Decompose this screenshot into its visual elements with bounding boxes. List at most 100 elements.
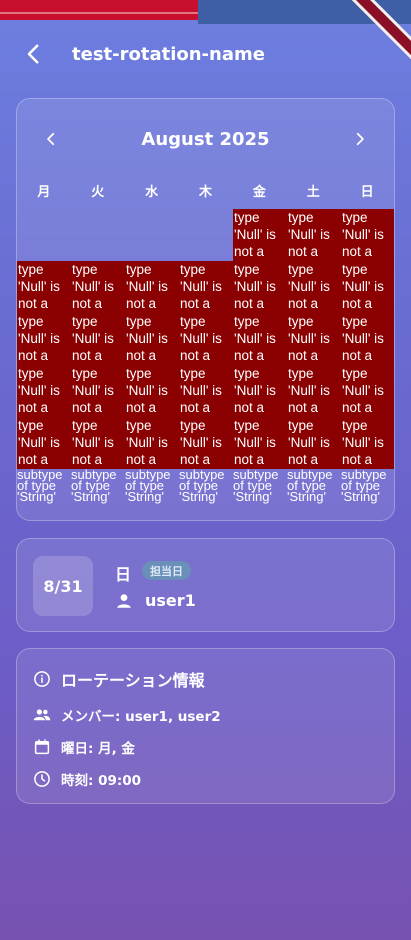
error-text-line: 'Null' is [72, 435, 114, 450]
calendar-empty-cell [125, 209, 179, 261]
overflow-text-line: 'String' [179, 489, 218, 504]
error-text-line: not a [342, 400, 373, 415]
error-text-line: type [180, 366, 206, 381]
back-button[interactable] [14, 34, 54, 74]
overflow-text-line: 'String' [125, 489, 164, 504]
info-title: ローテーション情報 [33, 667, 205, 691]
error-text-line: type [18, 262, 44, 277]
error-text-line: 'Null' is [234, 383, 276, 398]
overflow-text-line: 'String' [233, 489, 272, 504]
error-text-line: type [288, 418, 314, 433]
error-text-line: not a [18, 452, 49, 467]
error-text-line: type [342, 210, 368, 225]
error-text-line: 'Null' is [72, 279, 114, 294]
error-text-line: 'Null' is [18, 383, 60, 398]
calendar-overflow-cell: subtype of type 'String' [71, 469, 125, 520]
weekday-label: 水 [145, 185, 159, 200]
calendar-day-error-cell[interactable]: type 'Null' is not a [287, 417, 341, 469]
calendar-day-error-cell[interactable]: type 'Null' is not a [179, 261, 233, 313]
calendar-day-error-cell[interactable]: type 'Null' is not a [125, 261, 179, 313]
calendar-day-error-cell[interactable]: type 'Null' is not a [287, 261, 341, 313]
calendar-day-error-cell[interactable]: type 'Null' is not a [233, 261, 287, 313]
next-month-button[interactable] [348, 127, 372, 151]
calendar-day-error-cell[interactable]: type 'Null' is not a [179, 313, 233, 365]
calendar-day-error-cell[interactable]: type 'Null' is not a [179, 365, 233, 417]
error-text-line: type [234, 366, 260, 381]
error-text-line: not a [180, 296, 211, 311]
weekday-label: 金 [252, 185, 266, 200]
error-text-line: 'Null' is [180, 383, 222, 398]
overflow-text-line: 'String' [17, 489, 56, 504]
calendar-day-error-cell[interactable]: type 'Null' is not a [17, 417, 71, 469]
calendar-day-error-cell[interactable]: type 'Null' is not a [71, 313, 125, 365]
error-text-line: not a [72, 452, 103, 467]
error-text-line: 'Null' is [18, 279, 60, 294]
error-text-line: type [288, 262, 314, 277]
error-text-line: not a [288, 244, 319, 259]
calendar-day-error-cell[interactable]: type 'Null' is not a [233, 209, 287, 261]
error-text-line: not a [288, 348, 319, 363]
weekday-header: 月 火 水 木 金 土 日 [17, 181, 394, 200]
calendar-day-error-cell[interactable]: type 'Null' is not a [17, 261, 71, 313]
error-text-line: 'Null' is [288, 227, 330, 242]
calendar-day-error-cell[interactable]: type 'Null' is not a [287, 209, 341, 261]
calendar-day-error-cell[interactable]: type 'Null' is not a [125, 365, 179, 417]
weekday-label: 月 [37, 185, 51, 200]
calendar-overflow-cell: subtype of type 'String' [233, 469, 287, 520]
calendar-day-error-cell[interactable]: type 'Null' is not a [341, 313, 394, 365]
error-text-line: 'Null' is [288, 279, 330, 294]
calendar-day-error-cell[interactable]: type 'Null' is not a [233, 365, 287, 417]
error-text-line: 'Null' is [234, 331, 276, 346]
calendar-day-error-cell[interactable]: type 'Null' is not a [179, 417, 233, 469]
info-icon [33, 670, 51, 688]
calendar-day-error-cell[interactable]: type 'Null' is not a [71, 365, 125, 417]
info-title-text: ローテーション情報 [61, 671, 205, 690]
error-text-line: not a [234, 348, 265, 363]
calendar-day-error-cell[interactable]: type 'Null' is not a [341, 209, 394, 261]
overflow-text-line: 'String' [287, 489, 326, 504]
error-text-line: 'Null' is [288, 331, 330, 346]
calendar-day-error-cell[interactable]: type 'Null' is not a [17, 365, 71, 417]
calendar-day-error-cell[interactable]: type 'Null' is not a [287, 313, 341, 365]
calendar-day-error-cell[interactable]: type 'Null' is not a [125, 417, 179, 469]
calendar-empty-cell [71, 209, 125, 261]
calendar-day-error-cell[interactable]: type 'Null' is not a [17, 313, 71, 365]
calendar-day-error-cell[interactable]: type 'Null' is not a [287, 365, 341, 417]
error-text-line: not a [342, 244, 373, 259]
group-icon [33, 706, 51, 724]
calendar-day-error-cell[interactable]: type 'Null' is not a [341, 417, 394, 469]
error-text-line: not a [288, 400, 319, 415]
error-text-line: type [234, 210, 260, 225]
error-text-line: not a [288, 296, 319, 311]
calendar-day-error-cell[interactable]: type 'Null' is not a [341, 261, 394, 313]
error-text-line: type [126, 366, 152, 381]
error-text-line: 'Null' is [288, 383, 330, 398]
calendar-overflow-cell: subtype of type 'String' [179, 469, 233, 520]
month-label: August 2025 [141, 128, 270, 150]
error-text-line: type [18, 314, 44, 329]
error-text-line: 'Null' is [234, 227, 276, 242]
error-text-line: type [18, 366, 44, 381]
error-text-line: 'Null' is [288, 435, 330, 450]
error-text-line: not a [342, 348, 373, 363]
calendar-day-error-cell[interactable]: type 'Null' is not a [125, 313, 179, 365]
error-text-line: not a [18, 348, 49, 363]
prev-month-button[interactable] [39, 127, 63, 151]
error-text-line: type [342, 418, 368, 433]
error-text-line: 'Null' is [342, 227, 384, 242]
error-text-line: not a [72, 348, 103, 363]
calendar-icon [33, 738, 51, 756]
error-text-line: not a [126, 296, 157, 311]
error-text-line: type [126, 314, 152, 329]
calendar-day-error-cell[interactable]: type 'Null' is not a [233, 417, 287, 469]
error-text-line: type [180, 262, 206, 277]
calendar-day-error-cell[interactable]: type 'Null' is not a [71, 417, 125, 469]
calendar-day-error-cell[interactable]: type 'Null' is not a [71, 261, 125, 313]
info-members-text: メンバー: user1, user2 [61, 709, 221, 725]
calendar-day-error-cell[interactable]: type 'Null' is not a [233, 313, 287, 365]
calendar-day-error-cell[interactable]: type 'Null' is not a [341, 365, 394, 417]
selected-day-card[interactable]: 8/31 日 担当日 user1 [16, 538, 395, 632]
error-text-line: type [126, 262, 152, 277]
error-text-line: 'Null' is [180, 331, 222, 346]
calendar-overflow-cell: subtype of type 'String' [287, 469, 341, 520]
